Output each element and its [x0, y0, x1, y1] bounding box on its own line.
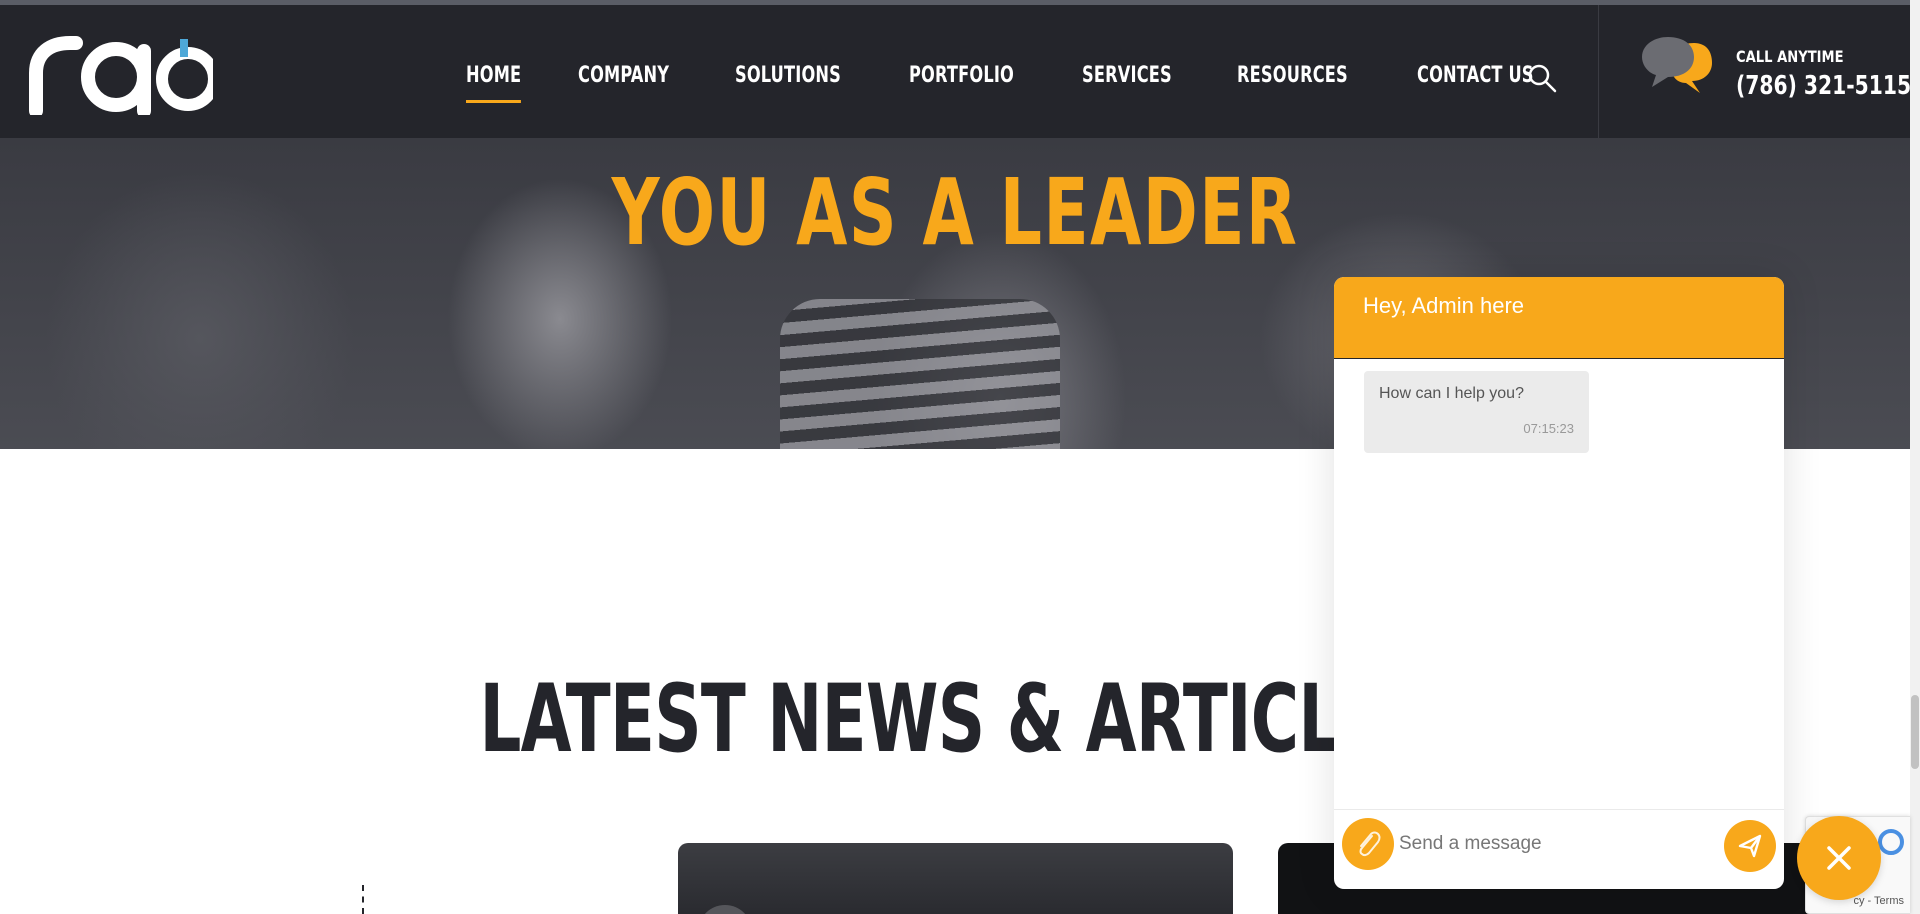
news-card[interactable]	[678, 843, 1233, 914]
attach-button[interactable]	[1342, 818, 1394, 870]
nav-item-contact-us[interactable]: CONTACT US	[1417, 63, 1534, 88]
nav-item-services[interactable]: SERVICES	[1082, 63, 1172, 88]
nav-item-company[interactable]: COMPANY	[578, 63, 669, 88]
call-label: CALL ANYTIME	[1736, 47, 1844, 66]
chat-input-bar	[1334, 809, 1784, 889]
scrollbar-thumb[interactable]	[1911, 695, 1919, 769]
nav-item-home[interactable]: HOME	[466, 63, 522, 103]
site-header: HOME COMPANY SOLUTIONS PORTFOLIO SERVICE…	[0, 5, 1911, 139]
hero-photo	[780, 299, 1060, 449]
phone-number[interactable]: (786) 321-5115	[1736, 71, 1911, 101]
main-nav: HOME COMPANY SOLUTIONS PORTFOLIO SERVICE…	[466, 63, 1604, 103]
timeline-divider	[362, 885, 364, 914]
nav-item-solutions[interactable]: SOLUTIONS	[735, 63, 841, 88]
chat-messages: How can I help you? 07:15:23	[1334, 359, 1784, 809]
nav-divider	[1598, 5, 1599, 139]
chat-close-button[interactable]	[1797, 816, 1881, 900]
hero-title: YOU AS A LEADER	[611, 159, 1299, 266]
chat-bubbles-icon	[1642, 37, 1712, 93]
avatar	[698, 905, 752, 914]
paperclip-icon	[1359, 831, 1381, 857]
message-text: How can I help you?	[1379, 385, 1524, 402]
message-bubble: How can I help you? 07:15:23	[1364, 371, 1589, 453]
close-icon	[1827, 846, 1851, 870]
chat-widget: Hey, Admin here How can I help you? 07:1…	[1334, 277, 1784, 889]
nav-item-portfolio[interactable]: PORTFOLIO	[909, 63, 1014, 88]
chat-header: Hey, Admin here	[1334, 277, 1784, 359]
paper-plane-icon	[1738, 834, 1762, 858]
search-icon[interactable]	[1526, 62, 1558, 94]
message-time: 07:15:23	[1523, 421, 1574, 436]
rao-logo[interactable]	[28, 35, 213, 115]
page-scrollbar[interactable]	[1910, 0, 1920, 914]
send-button[interactable]	[1724, 820, 1776, 872]
message-input[interactable]	[1399, 826, 1709, 862]
nav-item-resources[interactable]: RESOURCES	[1237, 63, 1348, 88]
